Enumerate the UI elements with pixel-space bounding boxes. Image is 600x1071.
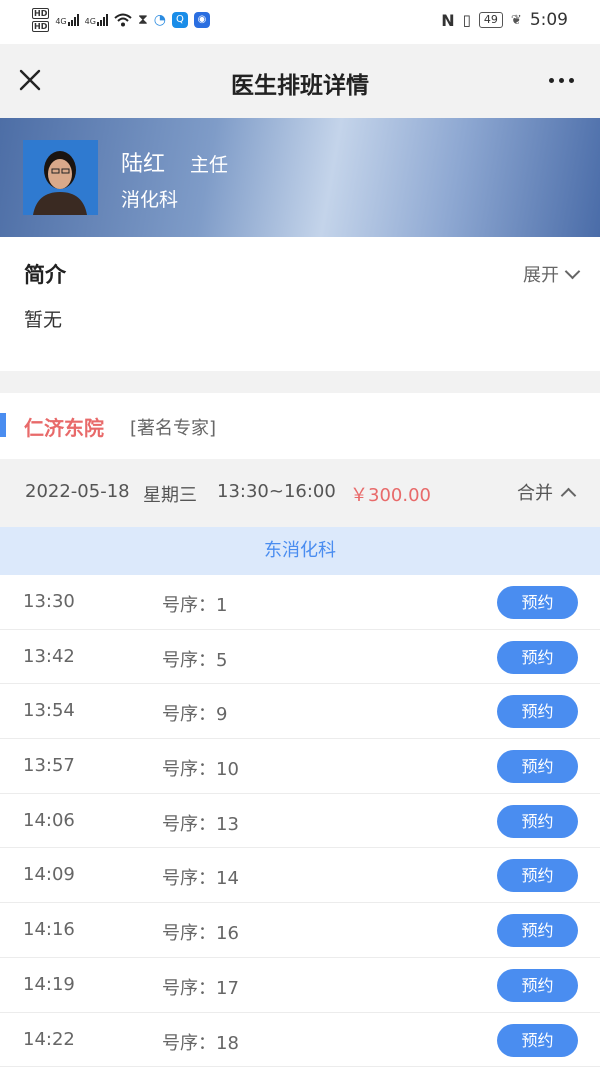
slot-number: 号序：13 xyxy=(162,813,239,835)
schedule-price: ￥300.00 xyxy=(350,485,431,506)
doctor-photo xyxy=(23,140,98,215)
slot-time: 13:57 xyxy=(23,755,75,777)
book-button[interactable]: 预约 xyxy=(497,859,578,893)
slot-number: 号序：14 xyxy=(162,868,239,890)
intro-section: 简介 展开 暂无 xyxy=(0,237,600,371)
slot-time: 14:16 xyxy=(23,919,75,941)
accent-bar xyxy=(0,413,6,437)
page-title: 医生排班详情 xyxy=(231,73,369,99)
book-button[interactable]: 预约 xyxy=(497,695,578,729)
slot-time: 14:06 xyxy=(23,809,75,831)
slot-number: 号序：9 xyxy=(162,704,228,726)
intro-heading: 简介 xyxy=(24,263,66,287)
slot-row: 14:19 号序：17 预约 xyxy=(0,957,600,1013)
bulb-app-icon: ◉ xyxy=(193,12,210,28)
schedule-header[interactable]: 2022-05-18 星期三 13:30~16:00 ￥300.00 合并 xyxy=(0,459,600,527)
book-button[interactable]: 预约 xyxy=(497,750,578,784)
collapse-label: 合并 xyxy=(517,483,553,504)
signal-1-label: 4G xyxy=(55,17,67,26)
avatar xyxy=(23,140,98,215)
search-app-icon: Q xyxy=(171,12,188,28)
slot-row: 14:22 号序：18 预约 xyxy=(0,1012,600,1068)
slot-row: 14:09 号序：14 预约 xyxy=(0,848,600,904)
hd-badges: HD HD xyxy=(32,8,50,32)
slot-number: 号序：16 xyxy=(162,923,239,945)
hd-badge: HD xyxy=(32,8,50,19)
slot-row: 13:30 号序：1 预约 xyxy=(0,575,600,630)
slot-row: 13:57 号序：10 预约 xyxy=(0,739,600,794)
nfc-icon: N xyxy=(441,10,455,30)
signal-2-label: 4G xyxy=(84,17,96,26)
slot-row: 14:06 号序：13 预约 xyxy=(0,793,600,849)
slot-number: 号序：1 xyxy=(162,595,228,616)
slot-number: 号序：18 xyxy=(162,1032,239,1054)
doctor-name: 陆红 xyxy=(121,152,166,177)
wifi-icon xyxy=(114,13,132,27)
collapse-button[interactable]: 合并 xyxy=(517,479,577,505)
signal-icon xyxy=(67,14,79,26)
expand-label: 展开 xyxy=(523,265,559,286)
book-button[interactable]: 预约 xyxy=(497,968,578,1002)
signal-icon-2 xyxy=(96,14,108,26)
book-button[interactable]: 预约 xyxy=(497,586,578,619)
hd-badge-2: HD xyxy=(32,21,50,32)
slot-time: 13:54 xyxy=(23,700,75,722)
slot-time: 14:22 xyxy=(23,1028,75,1050)
clock: 5:09 xyxy=(529,10,568,30)
book-button[interactable]: 预约 xyxy=(497,804,578,838)
book-button[interactable]: 预约 xyxy=(497,640,578,674)
status-bar: HD HD 4G 4G ⧗ ◔ Q ◉ N ▯ 49 ❦ 5:09 xyxy=(0,0,600,44)
chevron-up-icon xyxy=(560,487,577,503)
slot-number: 号序：17 xyxy=(162,977,239,999)
more-icon[interactable] xyxy=(549,78,574,83)
leaf-icon: ❦ xyxy=(510,12,522,28)
signal-1: 4G xyxy=(55,14,79,26)
app-icon-1: ◔ xyxy=(153,12,166,28)
slot-row: 14:16 号序：16 预约 xyxy=(0,903,600,958)
doctor-header: 陆红 主任 消化科 xyxy=(0,118,600,237)
slot-time: 14:19 xyxy=(23,973,75,995)
vibrate-icon: ▯ xyxy=(462,11,471,29)
slot-time: 13:30 xyxy=(23,591,75,612)
battery-icon: 49 xyxy=(478,12,503,28)
signal-2: 4G xyxy=(85,14,108,26)
slot-time: 14:09 xyxy=(23,864,75,886)
hospital-name: 仁济东院 xyxy=(24,416,104,440)
status-bar-left: HD HD 4G 4G ⧗ ◔ Q ◉ xyxy=(32,8,210,32)
doctor-department: 消化科 xyxy=(121,189,179,211)
expand-button[interactable]: 展开 xyxy=(523,261,581,287)
slot-row: 13:42 号序：5 预约 xyxy=(0,629,600,685)
hourglass-icon: ⧗ xyxy=(137,12,148,28)
section-divider xyxy=(0,371,600,393)
nav-bar: 医生排班详情 xyxy=(0,44,600,118)
hospital-tag: [著名专家] xyxy=(130,418,217,439)
hospital-row: 仁济东院 [著名专家] xyxy=(0,393,600,459)
slot-time: 13:42 xyxy=(23,645,75,667)
schedule-time-range: 13:30~16:00 xyxy=(217,481,336,502)
book-button[interactable]: 预约 xyxy=(497,914,578,948)
schedule-department: 东消化科 xyxy=(0,527,600,575)
intro-text: 暂无 xyxy=(24,309,63,331)
slot-number: 号序：10 xyxy=(162,759,239,781)
book-button[interactable]: 预约 xyxy=(497,1023,578,1057)
slot-list: 13:30 号序：1 预约 13:42 号序：5 预约 13:54 号序：9 预… xyxy=(0,575,600,1068)
status-bar-right: N ▯ 49 ❦ 5:09 xyxy=(441,10,568,30)
schedule-weekday: 星期三 xyxy=(143,485,197,506)
slot-number: 号序：5 xyxy=(162,649,228,671)
chevron-down-icon xyxy=(564,263,581,279)
doctor-title: 主任 xyxy=(190,154,229,176)
slot-row: 13:54 号序：9 预约 xyxy=(0,684,600,740)
schedule-date: 2022-05-18 xyxy=(25,481,130,502)
